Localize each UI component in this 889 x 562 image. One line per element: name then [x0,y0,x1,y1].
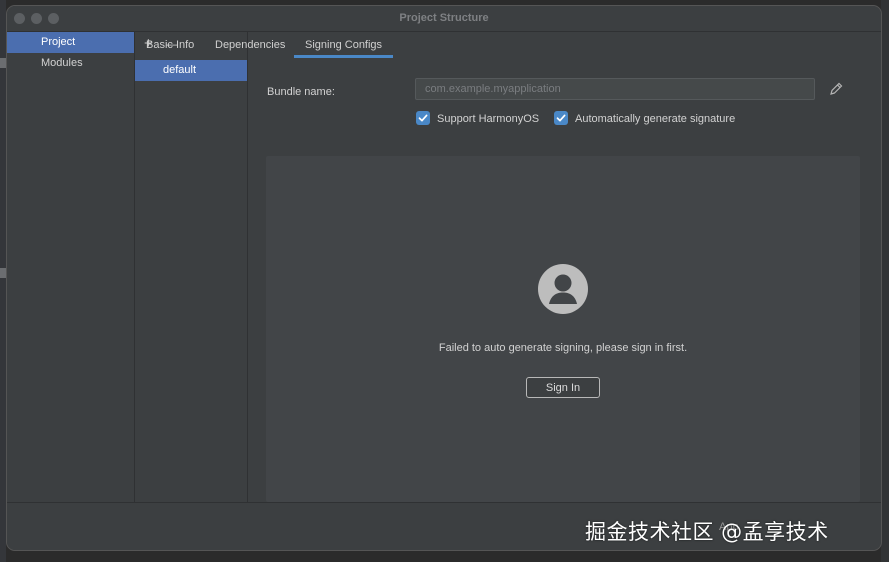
bundle-name-label: Bundle name: [267,86,335,98]
signin-panel: Failed to auto generate signing, please … [266,156,860,502]
auto-generate-signature-checkbox[interactable] [554,111,568,125]
bundle-name-input[interactable] [415,78,815,100]
pencil-icon[interactable] [828,81,844,97]
title-bar: Project Structure [7,6,881,32]
tab-dependencies[interactable]: Dependencies [215,32,285,58]
project-structure-dialog: Project Structure Project Modules + — de… [6,5,882,551]
user-avatar-icon [538,264,588,314]
config-item-default[interactable]: default [135,60,247,81]
checkmark-icon [556,114,566,122]
signing-configs-content: Bundle name: Support HarmonyOS Automatic… [248,58,881,502]
tab-basic-info[interactable]: Basic Info [146,32,194,58]
sidebar: Project Modules [7,32,135,502]
support-harmonyos-label: Support HarmonyOS [437,113,540,125]
sidebar-item-project[interactable]: Project [7,32,134,53]
sidebar-item-modules[interactable]: Modules [7,53,134,74]
auto-generate-signature-label: Automatically generate signature [575,113,736,125]
window-title: Project Structure [399,12,489,24]
signing-config-list: + — default [135,32,248,502]
checkmark-icon [418,114,428,122]
signing-error-message: Failed to auto generate signing, please … [438,342,688,354]
sign-in-button[interactable]: Sign In [526,377,600,398]
tab-signing-configs[interactable]: Signing Configs [294,32,394,58]
tab-bar: Basic Info Dependencies Signing Configs [135,32,881,58]
background-edge-right [881,0,889,562]
watermark-text: 掘金技术社区 @孟享技术 [585,520,829,544]
support-harmonyos-checkbox[interactable] [416,111,430,125]
